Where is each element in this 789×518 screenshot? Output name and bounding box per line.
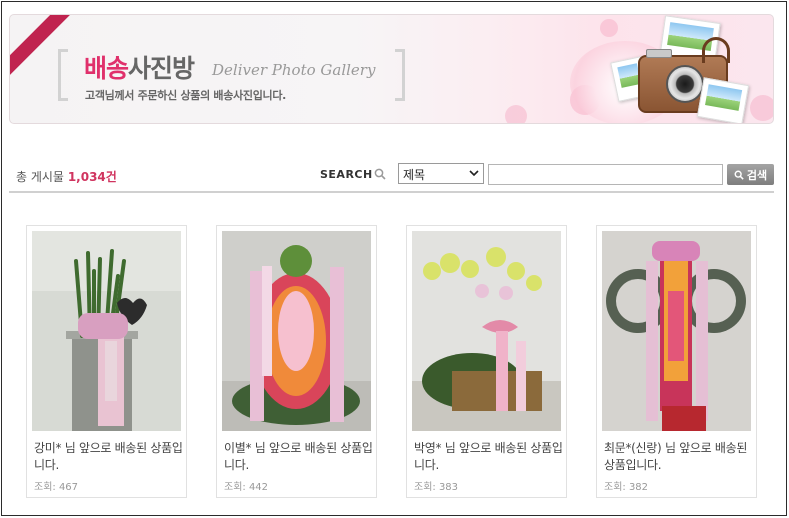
- search-icon: [374, 168, 386, 180]
- bokeh-decoration: [600, 19, 618, 37]
- search-label: SEARCH: [320, 168, 373, 181]
- ribbon-decoration: [10, 15, 83, 80]
- gallery-views: 조회: 383: [414, 482, 459, 493]
- search-icon: [734, 170, 744, 180]
- toolbar-divider: [9, 191, 774, 193]
- search-button-label: 검색: [746, 168, 768, 182]
- search-input[interactable]: [488, 164, 723, 185]
- gallery-views: 조회: 382: [604, 482, 649, 493]
- gallery-item[interactable]: 최문*(신랑) 님 앞으로 배송된 상품입니다. 조회: 382: [596, 225, 757, 498]
- search-field-select-value: 제목: [403, 168, 426, 182]
- gallery-caption[interactable]: 강미* 님 앞으로 배송된 상품입니다.: [34, 440, 184, 474]
- photo-card-icon: [696, 77, 750, 123]
- post-count-label: 총 게시물: [16, 170, 64, 184]
- gallery-caption[interactable]: 최문*(신랑) 님 앞으로 배송된 상품입니다.: [604, 440, 754, 474]
- gallery-caption[interactable]: 이별* 님 앞으로 배송된 상품입니다.: [224, 440, 374, 474]
- gallery-thumbnail[interactable]: [32, 231, 181, 431]
- search-button[interactable]: 검색: [727, 164, 774, 185]
- banner-description: 고객님께서 주문하신 상품의 배송사진입니다.: [85, 89, 287, 102]
- banner-title-rest: 사진방: [128, 54, 195, 83]
- gallery-views: 조회: 467: [34, 482, 79, 493]
- banner-subtitle: Deliver Photo Gallery: [212, 61, 376, 79]
- gallery-item[interactable]: 강미* 님 앞으로 배송된 상품입니다. 조회: 467: [26, 225, 187, 498]
- banner-title-highlight: 배송: [84, 54, 129, 83]
- chevron-down-icon: [469, 170, 479, 177]
- banner-title: 배송사진방: [84, 49, 195, 85]
- gallery-thumbnail[interactable]: [602, 231, 751, 431]
- bokeh-decoration: [750, 95, 773, 121]
- gallery-thumbnail[interactable]: [412, 231, 561, 431]
- bracket-decoration: [58, 49, 68, 101]
- gallery-caption[interactable]: 박영* 님 앞으로 배송된 상품입니다.: [414, 440, 564, 474]
- gallery-item[interactable]: 이별* 님 앞으로 배송된 상품입니다. 조회: 442: [216, 225, 377, 498]
- search-field-select[interactable]: 제목: [398, 163, 484, 184]
- gallery-thumbnail[interactable]: [222, 231, 371, 431]
- gallery-item[interactable]: 박영* 님 앞으로 배송된 상품입니다. 조회: 383: [406, 225, 567, 498]
- gallery-views: 조회: 442: [224, 482, 269, 493]
- post-count: 총 게시물 1,034건: [16, 168, 117, 185]
- page-banner: 배송사진방 Deliver Photo Gallery 고객님께서 주문하신 상…: [9, 14, 774, 124]
- post-count-value: 1,034건: [67, 170, 117, 184]
- bracket-decoration: [395, 49, 405, 101]
- bokeh-decoration: [505, 105, 527, 123]
